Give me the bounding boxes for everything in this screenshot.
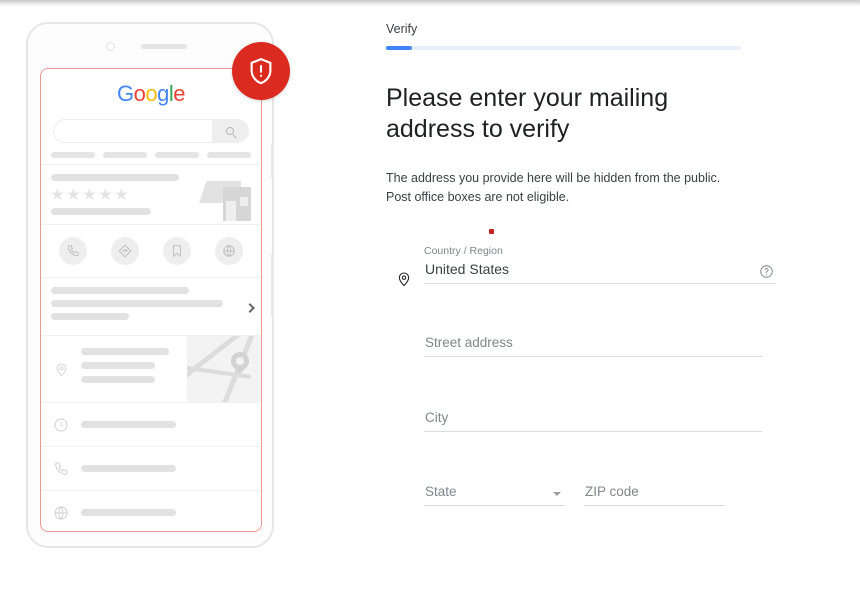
mock-line [51,313,129,320]
progress-bar-fill [386,46,412,50]
phone-screen: Google [40,68,262,532]
city-field[interactable]: City [424,410,762,433]
help-circle-icon[interactable] [759,264,774,279]
map-pin-icon [227,348,253,374]
mock-chip-row [51,152,251,158]
hours-row [41,402,261,446]
mock-line [81,376,155,383]
street-address-field[interactable]: Street address [424,335,762,358]
state-select[interactable]: State [424,484,565,507]
mock-line [81,465,176,472]
state-placeholder: State [425,484,457,500]
country-region-label: Country / Region [424,245,503,258]
phone-side-button-volume [271,144,274,178]
directions-icon [111,237,139,265]
verify-form-pane: Verify Please enter your mailing address… [386,0,826,507]
phone-speaker [141,44,187,49]
mock-chip [207,152,251,158]
business-action-row [41,224,261,277]
search-icon [212,120,248,142]
google-logo-letter-e: e [173,81,185,106]
clock-icon [41,417,81,433]
phone-camera [106,42,115,51]
phone-icon [41,461,81,477]
mock-line [81,348,169,355]
mock-line [81,362,155,369]
phone-illustration: Google [0,0,330,604]
shield-alert-icon [232,42,290,100]
mock-chip [103,152,147,158]
location-pin-icon [41,336,81,402]
globe-icon [41,505,81,521]
country-region-field[interactable]: Country / Region United States [424,245,776,285]
google-logo-letter-o2: o [145,81,158,106]
chevron-down-icon[interactable] [553,492,561,497]
website-row [41,490,261,531]
phone-call-icon [59,237,87,265]
country-region-value: United States [425,261,510,278]
phone-frame: Google [26,22,274,548]
mock-line [81,421,176,428]
star-icon [99,188,112,200]
mock-line [51,287,189,294]
storefront-icon [199,175,253,221]
globe-icon [215,237,243,265]
mock-line [81,509,176,516]
zip-code-placeholder: ZIP code [585,484,639,500]
mock-chip [51,152,95,158]
star-icon [83,188,96,200]
zip-code-field[interactable]: ZIP code [584,484,725,507]
map-thumbnail [187,336,261,402]
phone-side-button-power [271,254,274,316]
step-label: Verify [386,22,418,36]
page-title: Please enter your mailing address to ver… [386,84,669,144]
cursor-indicator [489,229,494,235]
location-pin-icon [396,271,412,287]
google-logo-letter-o1: o [133,81,146,106]
mock-chip [155,152,199,158]
phone-row [41,446,261,490]
google-logo-letter-g2: g [157,81,169,106]
city-placeholder: City [425,410,449,426]
mock-line [51,300,223,307]
page-description: The address you provide here will be hid… [386,170,721,204]
star-icon [51,188,64,200]
bookmark-icon [163,237,191,265]
business-summary-section [41,164,261,224]
mock-title-bar [51,174,179,181]
address-lines [81,336,187,402]
street-address-placeholder: Street address [425,335,513,351]
chevron-right-icon [245,302,255,313]
mock-subtitle-bar [51,208,151,215]
star-icon [115,188,128,200]
progress-bar [386,46,741,50]
address-row [41,335,261,402]
google-logo: Google [41,69,261,107]
google-logo-letter-g: G [116,81,134,106]
star-icon [67,188,80,200]
mock-search-bar [53,119,249,143]
business-description-section [41,277,261,335]
